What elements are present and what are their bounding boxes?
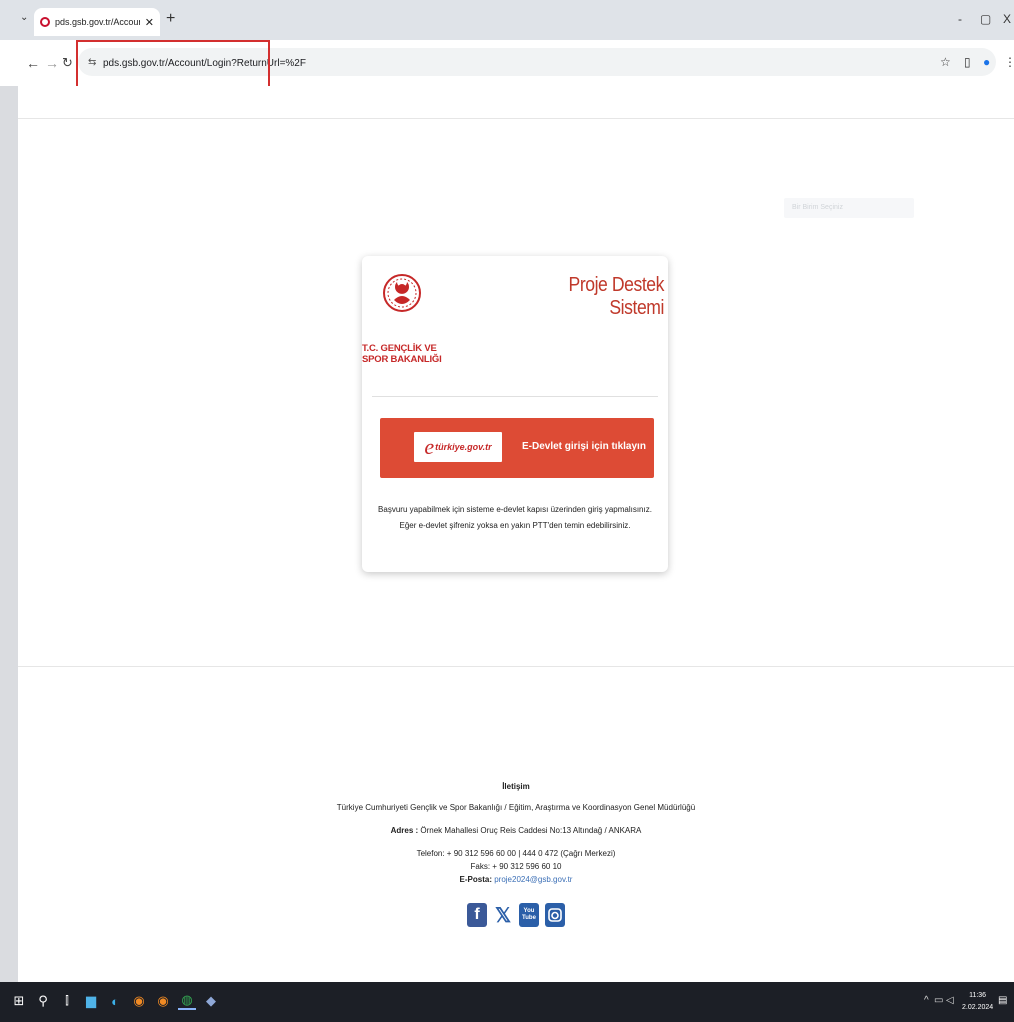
footer: İletişim Türkiye Cumhuriyeti Gençlik ve … [18, 782, 1014, 927]
clock[interactable]: 11:36 2.02.2024 [962, 990, 993, 1014]
clock-date: 2.02.2024 [962, 1004, 994, 1011]
footer-phone: Telefon: + 90 312 596 60 00 | 444 0 472 … [416, 849, 616, 858]
email-link[interactable]: proje2024@gsb.gov.tr [494, 875, 572, 884]
facebook-icon[interactable]: f [467, 903, 487, 927]
page-viewport: Bir Birim Seçiniz T.C. GENÇLİK VE SPOR B… [18, 86, 1014, 982]
footer-fax: Faks: + 90 312 596 60 10 [470, 862, 562, 871]
browser-toolbar: ← → ↻ ⇆ pds.gsb.gov.tr/Account/Login?Ret… [0, 40, 1014, 94]
turkiye-gov-logo: e türkiye.gov.tr [414, 432, 502, 462]
edevlet-login-button[interactable]: e türkiye.gov.tr E-Devlet girişi için tı… [380, 418, 654, 478]
tab-close-icon[interactable]: ✕ [145, 16, 154, 29]
forward-icon[interactable]: → [45, 55, 59, 71]
menu-kebab-icon[interactable]: ⋮ [1004, 55, 1014, 69]
tab-search-chevron-icon[interactable]: ⌄ [20, 12, 28, 23]
youtube-icon[interactable]: You Tube [519, 903, 539, 927]
tray-chevron-icon[interactable]: ^ [924, 995, 929, 1006]
task-view-icon[interactable]: ⫿ [58, 992, 76, 1010]
profile-icon[interactable]: ● [983, 55, 990, 69]
edevlet-logo-text: türkiye.gov.tr [435, 442, 492, 452]
search-icon[interactable]: ⚲ [34, 992, 52, 1010]
app-icon[interactable]: ◆ [202, 992, 220, 1010]
file-explorer-icon[interactable]: ▆ [82, 992, 100, 1010]
tab-bar: ⌄ pds.gsb.gov.tr/Account/Login? ✕ + - ▢ … [0, 0, 1014, 40]
login-info-text: Başvuru yapabilmek için sisteme e-devlet… [378, 505, 652, 530]
ministry-name-line1: T.C. GENÇLİK VE [362, 343, 437, 354]
unit-select[interactable]: Bir Birim Seçiniz [784, 198, 914, 218]
minimize-button[interactable]: - [958, 12, 962, 26]
firefox-alt-icon[interactable]: ◉ [154, 992, 172, 1010]
footer-email: E-Posta: proje2024@gsb.gov.tr [18, 875, 1014, 885]
address-value: Örnek Mahallesi Oruç Reis Caddesi No:13 … [420, 826, 642, 835]
volume-icon[interactable]: ◁ [946, 995, 954, 1006]
close-window-button[interactable]: X [1003, 12, 1011, 26]
bookmark-star-icon[interactable]: ☆ [940, 55, 951, 69]
header-divider [18, 118, 1014, 119]
side-panel-icon[interactable]: ▯ [964, 55, 971, 69]
social-links: f 𝕏 You Tube [18, 903, 1014, 927]
footer-org: Türkiye Cumhuriyeti Gençlik ve Spor Baka… [336, 803, 696, 812]
page-title: Proje Destek Sistemi [568, 274, 665, 319]
ministry-name-line2: SPOR BAKANLIĞI [362, 354, 442, 365]
footer-address: Adres : Örnek Mahallesi Oruç Reis Caddes… [18, 826, 1014, 835]
card-divider [372, 396, 658, 397]
restore-button[interactable]: ▢ [980, 12, 991, 26]
windows-start-icon[interactable]: ⊞ [10, 992, 28, 1010]
taskbar: ⊞ ⚲ ⫿ ▆ ◐ ◉ ◉ ◍ ◆ ^ ▭ ◁ 11:36 2.02.2024 … [0, 982, 1014, 1022]
instagram-icon[interactable] [545, 903, 565, 927]
ministry-emblem-icon [383, 274, 421, 312]
clock-time: 11:36 [969, 992, 987, 999]
address-label: Adres : [390, 826, 419, 835]
edevlet-e-icon: e [424, 434, 435, 459]
notification-icon[interactable]: ▤ [998, 995, 1007, 1006]
contact-heading: İletişim [502, 782, 530, 791]
back-icon[interactable]: ← [26, 55, 40, 71]
footer-divider [18, 666, 1014, 667]
firefox-icon[interactable]: ◉ [130, 992, 148, 1010]
reload-icon[interactable]: ↻ [62, 55, 73, 71]
browser-tab[interactable]: pds.gsb.gov.tr/Account/Login? ✕ [34, 8, 160, 36]
network-icon[interactable]: ▭ [934, 995, 943, 1006]
site-favicon-icon [40, 17, 50, 27]
login-card: T.C. GENÇLİK VE SPOR BAKANLIĞI Proje Des… [362, 256, 668, 572]
email-label: E-Posta: [459, 875, 492, 884]
chrome-icon[interactable]: ◍ [178, 992, 196, 1010]
ministry-name: T.C. GENÇLİK VE SPOR BAKANLIĞI [362, 343, 448, 365]
edge-icon[interactable]: ◐ [106, 992, 124, 1010]
tab-title: pds.gsb.gov.tr/Account/Login? [55, 17, 140, 27]
x-icon[interactable]: 𝕏 [493, 903, 513, 927]
edevlet-button-label: E-Devlet girişi için tıklayın [522, 441, 646, 452]
new-tab-button[interactable]: + [166, 10, 175, 28]
